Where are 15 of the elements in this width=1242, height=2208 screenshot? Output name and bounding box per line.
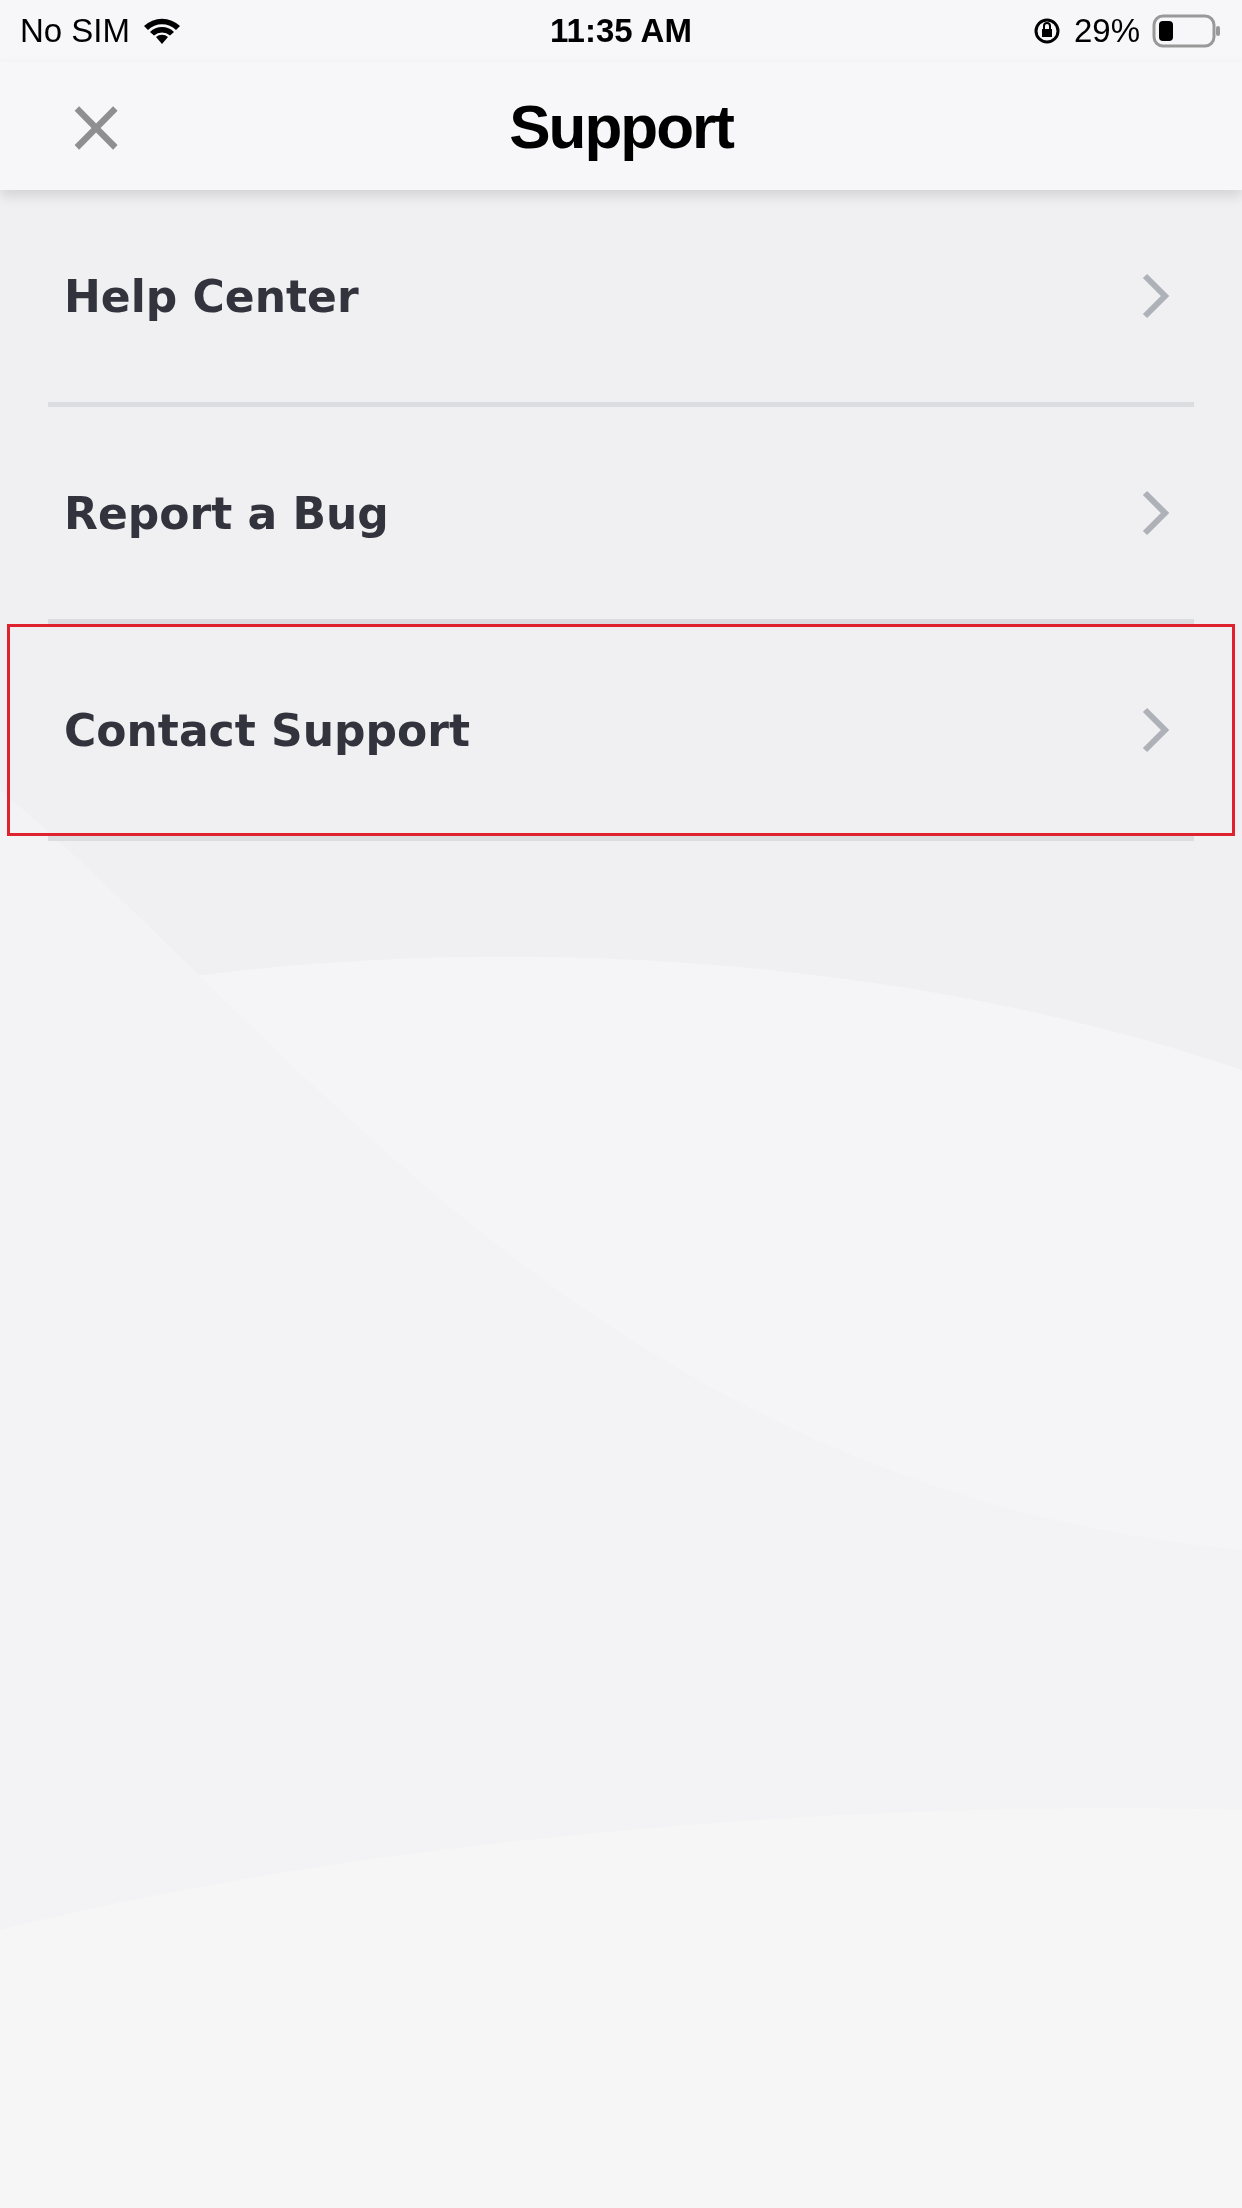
chevron-icon (1140, 488, 1170, 538)
carrier-label: No SIM (20, 12, 131, 50)
item-label: Help Center (64, 270, 359, 322)
battery-icon (1152, 14, 1222, 48)
screen-title: Support (509, 90, 733, 162)
menu-item[interactable]: Help Center (7, 190, 1235, 402)
battery-percent: 29% (1073, 12, 1140, 50)
chevron-icon (1140, 705, 1170, 755)
wifi-icon (142, 16, 183, 46)
menu-item[interactable]: Report a Bug (7, 407, 1235, 619)
item-label: Contact Support (64, 704, 470, 756)
time-label: 11:35 AM (550, 12, 692, 50)
menu-item[interactable]: Contact Support (7, 624, 1235, 836)
item-label: Report a Bug (64, 487, 389, 539)
chevron-icon (1140, 271, 1170, 321)
